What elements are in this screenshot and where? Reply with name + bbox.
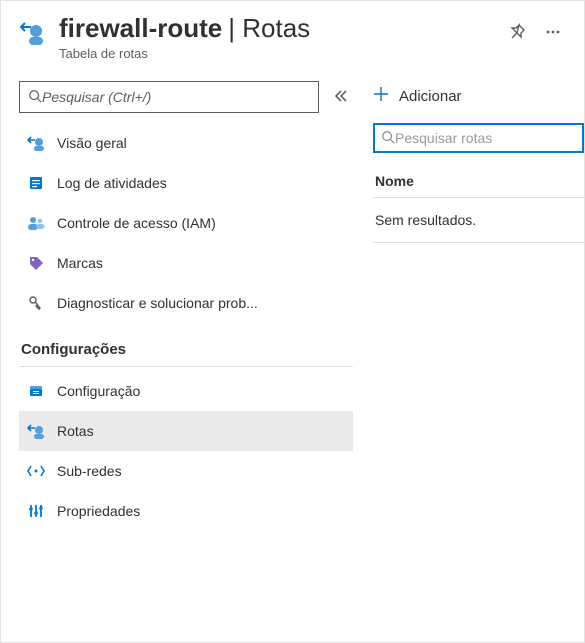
add-button[interactable]: Adicionar: [373, 86, 462, 106]
sidebar-item-label: Visão geral: [57, 135, 345, 151]
properties-icon: [27, 503, 45, 519]
settings-section-header: Configurações: [19, 323, 353, 367]
search-icon: [381, 130, 395, 147]
page-section: | Rotas: [228, 13, 310, 44]
sidebar-item-label: Propriedades: [57, 503, 345, 519]
activity-log-icon: [27, 175, 45, 191]
pin-button[interactable]: [508, 23, 526, 44]
sidebar-item-routes[interactable]: Rotas: [19, 411, 353, 451]
resource-type-icon: [19, 19, 47, 50]
overview-icon: [27, 134, 45, 152]
routes-icon: [27, 422, 45, 440]
sidebar-item-tags[interactable]: Marcas: [19, 243, 353, 283]
sidebar-item-label: Controle de acesso (IAM): [57, 215, 345, 231]
tags-icon: [27, 255, 45, 271]
column-header-name: Nome: [373, 163, 584, 197]
header-text: firewall-route | Rotas Tabela de rotas: [59, 13, 496, 61]
sidebar-item-subnets[interactable]: Sub-redes: [19, 451, 353, 491]
access-icon: [27, 215, 45, 231]
sidebar-item-diagnose[interactable]: Diagnosticar e solucionar prob...: [19, 283, 353, 323]
sidebar-item-label: Sub-redes: [57, 463, 345, 479]
page-subtitle: Tabela de rotas: [59, 46, 496, 61]
page-title: firewall-route: [59, 13, 222, 44]
sidebar-item-label: Rotas: [57, 423, 345, 439]
collapse-sidebar-button[interactable]: [329, 84, 353, 111]
sidebar-item-overview[interactable]: Visão geral: [19, 123, 353, 163]
sidebar-search-input[interactable]: [42, 89, 310, 105]
search-icon: [28, 89, 42, 106]
sidebar-item-label: Log de atividades: [57, 175, 345, 191]
sidebar-item-activity-log[interactable]: Log de atividades: [19, 163, 353, 203]
more-button[interactable]: [544, 23, 562, 44]
table-divider: [373, 242, 584, 243]
config-icon: [27, 383, 45, 399]
sidebar-item-configuration[interactable]: Configuração: [19, 371, 353, 411]
empty-results-text: Sem resultados.: [373, 198, 584, 242]
sidebar-item-access-control[interactable]: Controle de acesso (IAM): [19, 203, 353, 243]
sidebar-item-label: Marcas: [57, 255, 345, 271]
sidebar-item-properties[interactable]: Propriedades: [19, 491, 353, 531]
diagnose-icon: [27, 295, 45, 311]
routes-filter-input[interactable]: [395, 130, 576, 146]
routes-filter[interactable]: [373, 123, 584, 153]
add-button-label: Adicionar: [399, 88, 462, 105]
sidebar-item-label: Configuração: [57, 383, 345, 399]
sidebar-search[interactable]: [19, 81, 319, 113]
subnets-icon: [27, 464, 45, 478]
sidebar-item-label: Diagnosticar e solucionar prob...: [57, 295, 345, 311]
plus-icon: [373, 86, 389, 106]
